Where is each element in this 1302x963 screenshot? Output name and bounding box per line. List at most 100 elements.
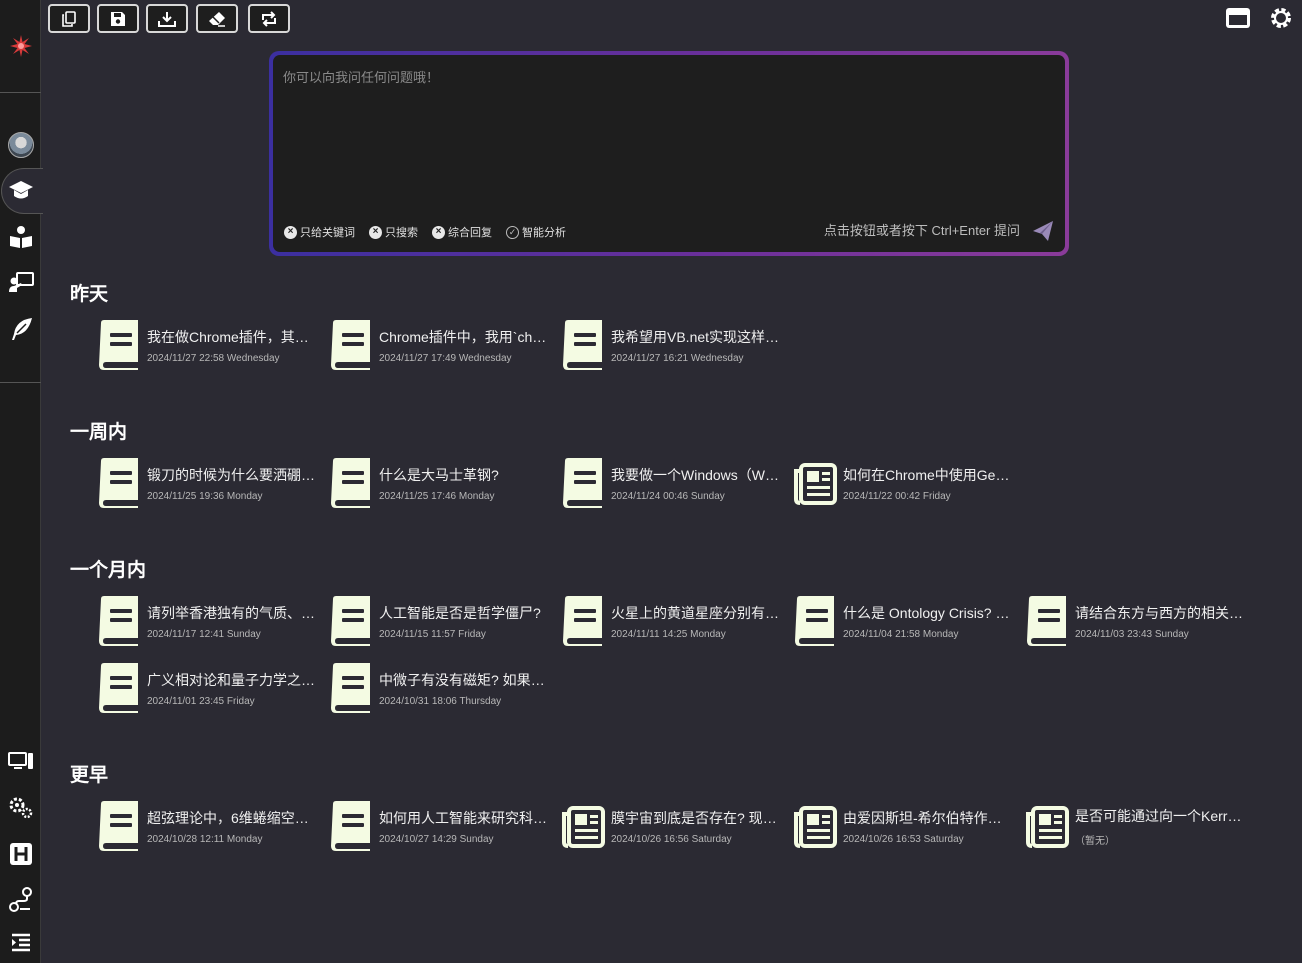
book-icon: [561, 595, 605, 647]
card-date: 2024/10/26 16:56 Saturday: [611, 833, 732, 845]
book-icon: [561, 457, 605, 509]
card-text: 什么是 Ontology Crisis? 它的含义 2024/11/04 21:5…: [843, 603, 1013, 640]
history-card[interactable]: 是否可能通过向一个Kerr黑洞 （暂无）: [1025, 798, 1245, 854]
clear-button[interactable]: [196, 4, 238, 33]
card-date: 2024/11/24 00:46 Sunday: [611, 490, 725, 502]
card-date: 2024/11/25 19:36 Monday: [147, 490, 263, 502]
card-date: 2024/11/04 21:58 Monday: [843, 628, 959, 640]
devices-icon[interactable]: [0, 744, 41, 780]
book-icon: [97, 595, 141, 647]
card-title: 如何用人工智能来研究科学问题: [379, 809, 549, 826]
card-title: 什么是 Ontology Crisis? 它的含义: [843, 604, 1013, 621]
option-label: 只给关键词: [300, 227, 355, 239]
history-card[interactable]: 我希望用VB.net实现这样一个功能 2024/11/27 16:21 Wedne…: [561, 317, 781, 373]
eraser-icon: [209, 11, 225, 27]
book-icon: [329, 319, 373, 371]
card-date: 2024/10/26 16:53 Saturday: [843, 833, 964, 845]
history-card[interactable]: 我要做一个Windows（Win10）桌面程序 2024/11/24 00:46 …: [561, 455, 781, 511]
option-label: 综合回复: [448, 227, 492, 239]
option-smart-analysis[interactable]: ✓ 智能分析: [506, 224, 566, 240]
question-input[interactable]: [283, 67, 1053, 217]
card-title: 我希望用VB.net实现这样一个功能: [611, 328, 781, 345]
history-card[interactable]: 请结合东方与西方的相关理论分析 2024/11/03 23:43 Sunday: [1025, 593, 1245, 649]
sidebar: [0, 0, 43, 963]
avatar: [7, 132, 34, 158]
history-card[interactable]: 如何用人工智能来研究科学问题 2024/10/27 14:29 Sunday: [329, 798, 549, 854]
card-text: 由爱因斯坦-希尔伯特作用量推导 2024/10/26 16:53 Saturday: [843, 808, 1013, 845]
history-card[interactable]: 什么是大马士革钢? 2024/11/25 17:46 Monday: [329, 455, 549, 511]
save-button[interactable]: [97, 4, 139, 33]
card-title: 什么是大马士革钢?: [379, 466, 499, 483]
card-text: 是否可能通过向一个Kerr黑洞 （暂无）: [1075, 806, 1245, 847]
history-card[interactable]: 膜宇宙到底是否存在? 现在有证据吗 2024/10/26 16:56 Saturd…: [561, 798, 781, 854]
history-card[interactable]: 广义相对论和量子力学之间的矛盾 2024/11/01 23:45 Friday: [97, 660, 317, 716]
card-title: 超弦理论中，6维蜷缩空间的形状: [147, 809, 317, 826]
route-icon[interactable]: [0, 882, 41, 918]
history-card[interactable]: 如何在Chrome中使用Gemini Nano 2024/11/22 00:42 …: [793, 455, 1013, 511]
h-square-icon[interactable]: [0, 836, 41, 872]
window-icon[interactable]: [1223, 4, 1253, 32]
card-date: 2024/10/28 12:11 Monday: [147, 833, 263, 845]
card-date: 2024/10/27 14:29 Sunday: [379, 833, 494, 845]
settings-icon[interactable]: [1266, 4, 1296, 32]
book-icon: [561, 319, 605, 371]
repeat-icon: [262, 10, 276, 27]
gears-icon[interactable]: [0, 790, 41, 826]
option-label: 智能分析: [522, 227, 566, 239]
card-text: 请结合东方与西方的相关理论分析 2024/11/03 23:43 Sunday: [1075, 603, 1245, 640]
section-title: 更早: [70, 764, 109, 786]
user-avatar[interactable]: [0, 127, 41, 163]
chat-inner: ×只给关键词 ×只搜索 ×综合回复 ✓智能分析 点击按钮或者按下 Ctrl+En…: [273, 55, 1065, 252]
card-date: （暂无）: [1075, 835, 1115, 847]
repeat-button[interactable]: [248, 4, 290, 33]
feather-icon[interactable]: [0, 311, 41, 347]
teacher-board-icon[interactable]: [0, 265, 41, 301]
history-card[interactable]: 由爱因斯坦-希尔伯特作用量推导 2024/10/26 16:53 Saturday: [793, 798, 1013, 854]
card-text: 我希望用VB.net实现这样一个功能 2024/11/27 16:21 Wedne…: [611, 327, 781, 364]
card-text: 锻刀的时候为什么要洒硼砂？ 2024/11/25 19:36 Monday: [147, 465, 317, 502]
history-card[interactable]: 请列举香港独有的气质、文化特征 2024/11/17 12:41 Sunday: [97, 593, 317, 649]
download-icon: [158, 11, 176, 27]
history-card[interactable]: 什么是 Ontology Crisis? 它的含义 2024/11/04 21:5…: [793, 593, 1013, 649]
sidebar-divider: [0, 92, 41, 93]
history-card[interactable]: 我在做Chrome插件，其中需要读取网页内容 2024/11/27 22:58 W…: [97, 317, 317, 373]
card-text: 什么是大马士革钢? 2024/11/25 17:46 Monday: [379, 465, 549, 502]
card-date: 2024/11/22 00:42 Friday: [843, 490, 951, 502]
card-title: 我在做Chrome插件，其中需要读取网页内容: [147, 328, 317, 345]
card-date: 2024/11/25 17:46 Monday: [379, 490, 495, 502]
newspaper-icon: [561, 800, 605, 852]
x-circle-icon: ×: [284, 225, 297, 239]
card-date: 2024/11/17 12:41 Sunday: [147, 628, 261, 640]
history-card[interactable]: Chrome插件中，我用`chrome.tabs` 2024/11/27 17:4…: [329, 317, 549, 373]
history-card[interactable]: 锻刀的时候为什么要洒硼砂？ 2024/11/25 19:36 Monday: [97, 455, 317, 511]
history-card[interactable]: 中微子有没有磁矩? 如果有的话 2024/10/31 18:06 Thursday: [329, 660, 549, 716]
option-keywords-only[interactable]: × 只给关键词: [284, 224, 355, 240]
history-card[interactable]: 人工智能是否是哲学僵尸? 2024/11/15 11:57 Friday: [329, 593, 549, 649]
option-combined-reply[interactable]: × 综合回复: [432, 224, 492, 240]
chat-box: ×只给关键词 ×只搜索 ×综合回复 ✓智能分析 点击按钮或者按下 Ctrl+En…: [269, 51, 1069, 256]
card-title: 中微子有没有磁矩? 如果有的话: [379, 671, 549, 688]
card-text: Chrome插件中，我用`chrome.tabs` 2024/11/27 17:4…: [379, 327, 549, 364]
book-icon: [793, 595, 837, 647]
card-text: 人工智能是否是哲学僵尸? 2024/11/15 11:57 Friday: [379, 603, 549, 640]
book-icon: [329, 457, 373, 509]
copy-button[interactable]: [48, 4, 90, 33]
send-icon: [1033, 221, 1053, 241]
history-card[interactable]: 超弦理论中，6维蜷缩空间的形状 2024/10/28 12:11 Monday: [97, 798, 317, 854]
section-title: 一周内: [70, 421, 128, 443]
card-text: 如何用人工智能来研究科学问题 2024/10/27 14:29 Sunday: [379, 808, 549, 845]
indent-list-icon[interactable]: [0, 925, 41, 961]
card-date: 2024/11/01 23:45 Friday: [147, 695, 255, 707]
reading-icon[interactable]: [0, 219, 41, 255]
graduation-cap-icon[interactable]: [0, 173, 41, 209]
card-text: 超弦理论中，6维蜷缩空间的形状 2024/10/28 12:11 Monday: [147, 808, 317, 845]
download-button[interactable]: [146, 4, 188, 33]
card-date: 2024/11/15 11:57 Friday: [379, 628, 486, 640]
send-button[interactable]: [1031, 219, 1055, 243]
save-icon: [111, 11, 125, 26]
option-search-only[interactable]: × 只搜索: [369, 224, 418, 240]
section-title: 昨天: [70, 283, 109, 305]
card-title: 火星上的黄道星座分别有哪些？: [611, 604, 781, 621]
history-card[interactable]: 火星上的黄道星座分别有哪些？ 2024/11/11 14:25 Monday: [561, 593, 781, 649]
spark-logo-icon[interactable]: [0, 28, 41, 64]
